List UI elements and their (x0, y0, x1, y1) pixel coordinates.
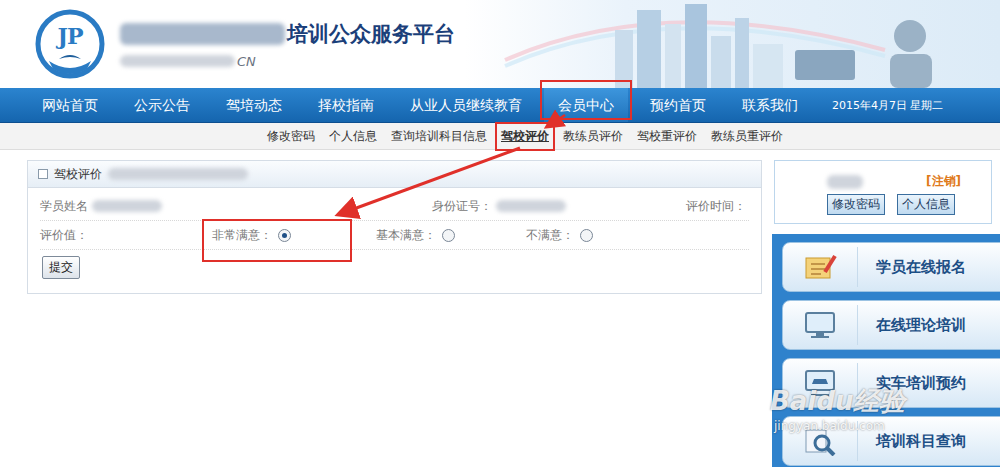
field-label: 身份证号： (432, 198, 492, 215)
quick-link-label: 学员在线报名 (876, 258, 966, 277)
nav-item[interactable]: 公示公告 (120, 88, 204, 122)
annotation-arrow-icon (0, 0, 1000, 467)
site-subtitle: CN (237, 54, 256, 69)
rating-panel: 驾校评价学员姓名 身份证号： 评价时间： 评价值：非常满意： 基本满意： 不满意： 提交 (27, 160, 762, 294)
sub-nav-item[interactable]: 驾校重评价 (637, 128, 697, 145)
option-label: 基本满意： (376, 227, 436, 244)
monitor-icon (803, 310, 837, 340)
quick-links: 学员在线报名在线理论培训实车培训预约培训科目查询 (772, 234, 1000, 467)
info-field: 评价时间： (686, 198, 746, 215)
quick-link[interactable]: 实车培训预约 (782, 358, 1000, 408)
logo-text: JP (35, 23, 105, 49)
rating-label: 评价值： (40, 227, 212, 244)
sub-nav-item[interactable]: 修改密码 (267, 128, 315, 145)
sub-nav-item[interactable]: 教练员重评价 (711, 128, 783, 145)
watermark-brand: Baidu经验 (770, 384, 905, 419)
sub-nav-item[interactable]: 驾校评价 (501, 128, 549, 145)
panel-title: 驾校评价 (54, 166, 102, 183)
content: 驾校评价学员姓名 身份证号： 评价时间： 评价值：非常满意： 基本满意： 不满意： 提交 [注… (0, 150, 1000, 467)
car-monitor-icon (803, 368, 837, 398)
main-nav: 网站首页公示公告驾培动态择校指南从业人员继续教育会员中心预约首页联系我们 2015… (0, 88, 1000, 123)
quick-link-label: 培训科目查询 (876, 432, 966, 451)
sub-nav-item[interactable]: 个人信息 (329, 128, 377, 145)
blurred-title (120, 23, 285, 45)
blurred-subtitle (120, 55, 235, 67)
quick-link[interactable]: 培训科目查询 (782, 416, 1000, 466)
info-row: 学员姓名 身份证号： 评价时间： (40, 192, 749, 221)
sub-nav-item[interactable]: 教练员评价 (563, 128, 623, 145)
rating-row: 评价值：非常满意： 基本满意： 不满意： (40, 221, 749, 250)
page: JP 培训公众服务平台 CN 网站首页公示公告驾培动态择校指南从业人员继续教育会员中心… (0, 0, 1000, 467)
blurred-title (108, 168, 248, 180)
title-block: 培训公众服务平台 CN (120, 20, 455, 69)
nav-item[interactable]: 会员中心 (544, 88, 628, 122)
panel-header: 驾校评价 (28, 161, 761, 188)
site-title: 培训公众服务平台 (287, 20, 455, 48)
radio-button[interactable] (442, 229, 455, 242)
nav-item[interactable]: 从业人员继续教育 (396, 88, 536, 122)
logout-link[interactable]: [注销] (926, 173, 961, 190)
user-button[interactable]: 个人信息 (897, 194, 955, 215)
quick-link[interactable]: 在线理论培训 (782, 300, 1000, 350)
option-label: 不满意： (526, 227, 574, 244)
submit-button[interactable]: 提交 (42, 256, 80, 279)
form-icon (803, 252, 837, 282)
user-box: [注销] 修改密码个人信息 (774, 160, 992, 224)
nav-item[interactable]: 择校指南 (304, 88, 388, 122)
blurred-username (827, 175, 863, 189)
info-field: 学员姓名 (40, 198, 432, 215)
right-column: [注销] 修改密码个人信息学员在线报名在线理论培训实车培训预约培训科目查询 (772, 160, 1000, 467)
blurred-value (92, 200, 162, 212)
expand-icon (38, 169, 48, 179)
sub-nav-item[interactable]: 查询培训科目信息 (391, 128, 487, 145)
info-field: 身份证号： (432, 198, 686, 215)
quick-link-label: 在线理论培训 (876, 316, 966, 335)
radio-button[interactable] (278, 229, 291, 242)
field-label: 学员姓名 (40, 198, 88, 215)
rating-option[interactable]: 不满意： (526, 227, 593, 244)
city-skyline-icon (465, 0, 945, 88)
field-label: 评价时间： (686, 198, 746, 215)
quick-link[interactable]: 学员在线报名 (782, 242, 1000, 292)
nav-item[interactable]: 网站首页 (28, 88, 112, 122)
option-label: 非常满意： (212, 227, 272, 244)
user-button[interactable]: 修改密码 (827, 194, 885, 215)
logo-icon[interactable]: JP (35, 9, 105, 79)
rating-option[interactable]: 基本满意： (376, 227, 526, 244)
search-icon (803, 426, 837, 456)
watermark-url: jingyan.baidu.com (774, 419, 885, 433)
date-text: 2015年4月7日 星期二 (832, 98, 944, 113)
sub-nav: 修改密码个人信息查询培训科目信息驾校评价教练员评价驾校重评价教练员重评价 (0, 123, 1000, 150)
blurred-value (496, 200, 566, 212)
watermark: Baidu经验jingyan.baidu.com (770, 384, 905, 433)
quick-link-label: 实车培训预约 (876, 374, 966, 393)
nav-item[interactable]: 驾培动态 (212, 88, 296, 122)
nav-item[interactable]: 联系我们 (728, 88, 812, 122)
radio-button[interactable] (580, 229, 593, 242)
nav-item[interactable]: 预约首页 (636, 88, 720, 122)
site-header: JP 培训公众服务平台 CN (0, 0, 1000, 88)
rating-option[interactable]: 非常满意： (212, 227, 376, 244)
banner-image (465, 0, 1000, 88)
